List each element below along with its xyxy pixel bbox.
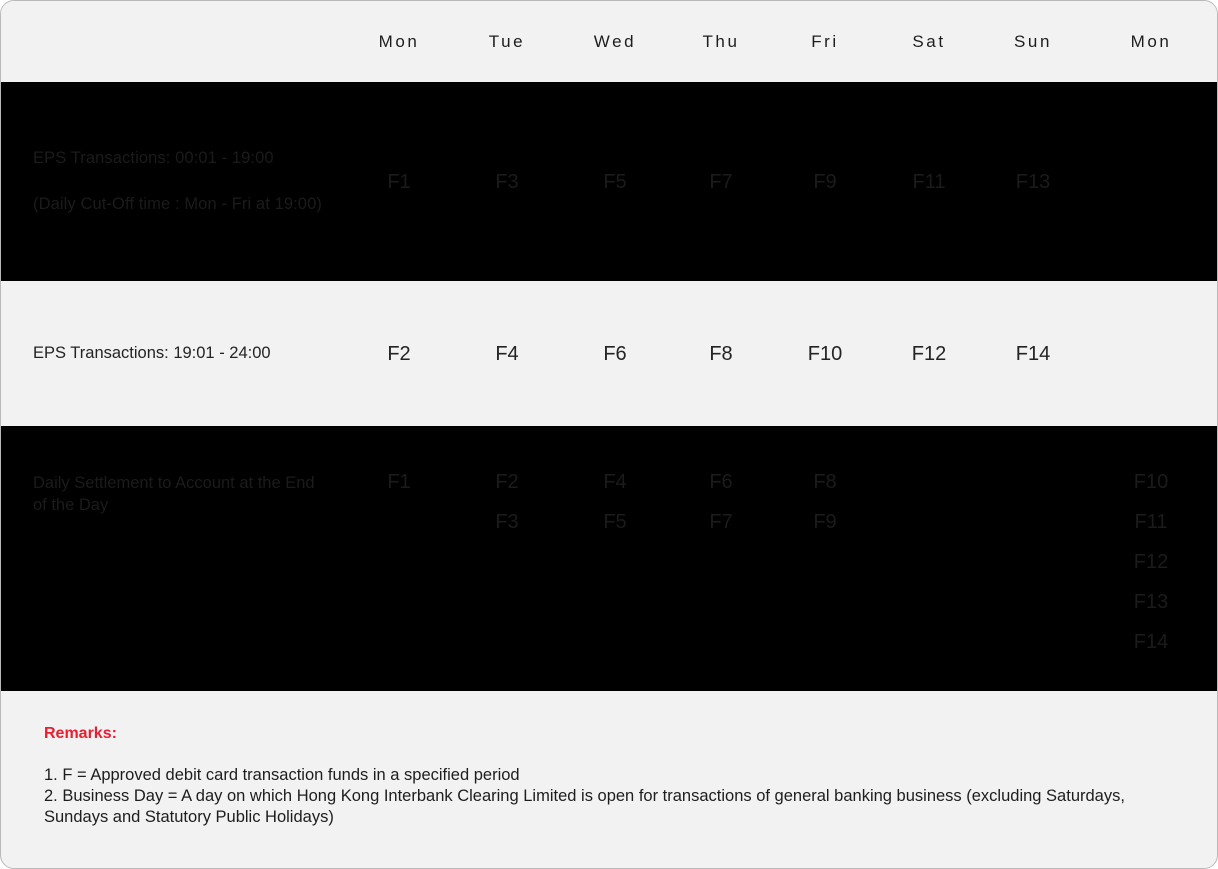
cell-row3-mon1: F1 [345,426,453,492]
fund-tag: F8 [709,342,733,365]
fund-tag: F1 [387,170,411,193]
column-header-fri: Fri [811,31,839,51]
fund-tag: F6 [603,342,627,365]
remarks-note-2: 2. Business Day = A day on which Hong Ko… [44,787,1125,827]
fund-tag: F11 [1134,511,1168,533]
row-label-eps-late: EPS Transactions: 19:01 - 24:00 [1,343,345,364]
remarks-title: Remarks: [44,725,117,742]
cell-row1-mon1: F1 [345,172,453,192]
column-header-sat: Sat [912,31,946,51]
cell-row2-sat: F12 [877,344,981,364]
table-header-row: Mon Tue Wed Thu Fri Sat Sun Mon [1,1,1217,82]
remarks-note-1: 1. F = Approved debit card transaction f… [44,766,520,784]
cell-row3-sun [981,426,1085,472]
cell-row1-thu: F7 [669,172,773,192]
fund-tag: F7 [709,511,733,533]
fund-tag: F13 [1015,170,1051,193]
cell-row1-fri: F9 [773,172,877,192]
row-label-line-primary: EPS Transactions: 19:01 - 24:00 [33,343,271,362]
fund-tag: F2 [387,342,411,365]
cell-row3-sat [877,426,981,472]
cell-row3-thu: F6 F7 [669,426,773,532]
table-row: EPS Transactions: 00:01 - 19:00 (Daily C… [1,82,1217,281]
fund-tag: F5 [603,170,627,193]
cell-row3-mon2: F10 F11 F12 F13 F14 [1085,426,1217,652]
remarks-body: 1. F = Approved debit card transaction f… [44,765,1159,828]
settlement-schedule-card: Mon Tue Wed Thu Fri Sat Sun Mon EPS Tran… [0,0,1218,869]
cell-row3-fri: F8 F9 [773,426,877,532]
cell-row2-wed: F6 [561,344,669,364]
column-header-wed: Wed [593,31,637,51]
cell-row3-tue: F2 F3 [453,426,561,532]
fund-tag: F13 [1133,591,1169,613]
fund-tag: F3 [495,170,519,193]
column-header-tue: Tue [488,31,526,51]
cell-row1-tue: F3 [453,172,561,192]
cell-row1-wed: F5 [561,172,669,192]
fund-tag: F4 [495,342,519,365]
fund-tag: F10 [1133,471,1169,493]
column-header-mon-1: Mon [378,31,420,51]
cell-row1-sun: F13 [981,172,1085,192]
fund-tag: F9 [813,511,837,533]
cell-row2-fri: F10 [773,344,877,364]
fund-tag: F14 [1015,342,1051,365]
remarks-section: Remarks: 1. F = Approved debit card tran… [1,691,1217,829]
cell-row2-mon1: F2 [345,344,453,364]
row-label-daily-settlement: Daily Settlement to Account at the End o… [1,426,345,517]
fund-tag: F5 [603,511,627,533]
fund-tag: F11 [912,170,946,193]
column-header-thu: Thu [702,31,740,51]
column-header-mon-2: Mon [1130,31,1172,51]
cell-row3-wed: F4 F5 [561,426,669,532]
fund-tag: F7 [709,170,733,193]
table-row: Daily Settlement to Account at the End o… [1,426,1217,691]
fund-tag: F9 [813,170,837,193]
fund-tag: F10 [807,342,843,365]
fund-tag: F8 [813,471,837,493]
cell-row2-tue: F4 [453,344,561,364]
fund-tag: F3 [495,511,519,533]
row-label-eps-early: EPS Transactions: 00:01 - 19:00 (Daily C… [1,148,345,216]
row-label-line-primary: Daily Settlement to Account at the End o… [33,474,315,515]
cell-row2-thu: F8 [669,344,773,364]
fund-tag: F12 [1133,551,1169,573]
row-label-line-secondary: (Daily Cut-Off time : Mon - Fri at 19:00… [33,195,322,213]
fund-tag: F6 [709,471,733,493]
fund-tag: F2 [495,471,519,493]
cell-row1-sat: F11 [877,172,981,192]
fund-tag: F12 [911,342,947,365]
fund-tag: F1 [387,471,411,493]
column-header-sun: Sun [1013,31,1053,51]
table-row: EPS Transactions: 19:01 - 24:00 F2 F4 F6… [1,281,1217,426]
cell-row2-sun: F14 [981,344,1085,364]
row-label-line-primary: EPS Transactions: 00:01 - 19:00 [33,148,274,167]
fund-tag: F4 [603,471,627,493]
fund-tag: F14 [1133,631,1169,653]
